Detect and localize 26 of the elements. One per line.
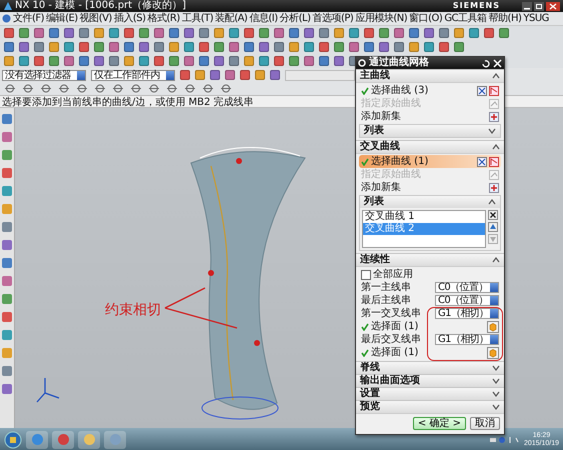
field-label: 指定原始曲线 — [361, 97, 422, 110]
field-label: 选择曲线 (3) — [371, 84, 430, 97]
field-label: 添加新集 — [361, 110, 402, 123]
brand-label: SIEMENS — [452, 0, 500, 12]
window-title: NX 10 - 建模 - [1006.prt（修改的）] — [15, 0, 187, 12]
annotation-label: 约束相切 — [105, 301, 161, 319]
section-title: 预览 — [360, 401, 380, 413]
field-label: 选择曲线 (1) — [371, 155, 430, 168]
dialog-title: 通过曲线网格 — [369, 57, 430, 69]
field-label: 添加新集 — [361, 181, 402, 194]
section-title: 脊线 — [360, 362, 380, 374]
field-label: 最后主线串 — [361, 294, 412, 307]
list-title: 列表 — [364, 196, 384, 208]
section-title: 连续性 — [360, 254, 390, 266]
section-title: 交叉曲线 — [360, 141, 400, 153]
section-title: 输出曲面选项 — [360, 375, 420, 387]
field-label: 第一交叉线串 — [361, 307, 422, 320]
field-label: 指定原始曲线 — [361, 168, 422, 181]
field-label: 选择面 (1) — [371, 320, 420, 333]
section-title: 设置 — [360, 388, 380, 400]
field-label: 最后交叉线串 — [361, 333, 422, 346]
field-label: 选择面 (1) — [371, 346, 420, 359]
section-title: 主曲线 — [360, 70, 390, 82]
field-label: 第一主线串 — [361, 281, 412, 294]
list-title: 列表 — [364, 125, 384, 137]
checkbox-label: 全部应用 — [373, 268, 414, 281]
